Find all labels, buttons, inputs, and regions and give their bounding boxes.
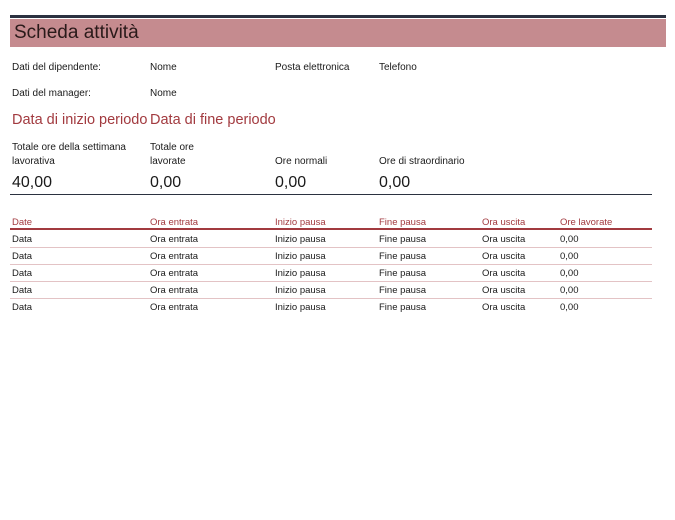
employee-label: Dati del dipendente: [12,62,101,73]
time-out-cell[interactable]: Ora uscita [482,251,525,262]
date-cell[interactable]: Data [12,285,32,296]
table-row: Data Ora entrata Inizio pausa Fine pausa… [10,299,652,316]
table-row: Data Ora entrata Inizio pausa Fine pausa… [10,231,652,248]
table-header-divider [10,228,652,230]
regular-hours-label: Ore normali [275,156,328,167]
time-out-cell[interactable]: Ora uscita [482,285,525,296]
break-start-cell[interactable]: Inizio pausa [275,285,326,296]
employee-phone-field[interactable]: Telefono [379,61,417,75]
column-header-break-start[interactable]: Inizio pausa [275,217,326,228]
time-out-cell[interactable]: Ora uscita [482,268,525,279]
time-out-cell[interactable]: Ora uscita [482,234,525,245]
break-start-cell[interactable]: Inizio pausa [275,268,326,279]
date-cell[interactable]: Data [12,268,32,279]
week-hours-value[interactable]: 40,00 [12,174,52,192]
summary-divider [10,194,652,195]
employee-email-field[interactable]: Posta elettronica [275,61,350,75]
top-rule [10,15,666,18]
break-end-cell[interactable]: Fine pausa [379,251,426,262]
break-end-cell[interactable]: Fine pausa [379,268,426,279]
time-in-cell[interactable]: Ora entrata [150,234,198,245]
date-cell[interactable]: Data [12,234,32,245]
column-header-time-out[interactable]: Ora uscita [482,217,525,228]
break-end-cell[interactable]: Fine pausa [379,285,426,296]
period-end-field[interactable]: Data di fine periodo [150,112,276,128]
time-in-cell[interactable]: Ora entrata [150,251,198,262]
week-hours-label: Totale ore della settimana lavorativa [12,142,126,167]
hours-worked-cell: 0,00 [560,285,579,296]
hours-worked-cell: 0,00 [560,302,579,313]
table-row: Data Ora entrata Inizio pausa Fine pausa… [10,282,652,299]
table-row: Data Ora entrata Inizio pausa Fine pausa… [10,265,652,282]
manager-label: Dati del manager: [12,88,91,99]
hours-worked-cell: 0,00 [560,251,579,262]
date-cell[interactable]: Data [12,302,32,313]
period-start-field[interactable]: Data di inizio periodo [12,112,147,128]
manager-name-field[interactable]: Nome [150,87,177,101]
employee-name-field[interactable]: Nome [150,61,177,75]
overtime-hours-label: Ore di straordinario [379,156,465,167]
hours-worked-cell: 0,00 [560,268,579,279]
hours-worked-cell: 0,00 [560,234,579,245]
time-in-cell[interactable]: Ora entrata [150,285,198,296]
page-title[interactable]: Scheda attività [14,22,139,43]
break-end-cell[interactable]: Fine pausa [379,234,426,245]
date-cell[interactable]: Data [12,251,32,262]
regular-hours-value: 0,00 [275,174,307,191]
worked-hours-value: 0,00 [150,174,182,191]
column-header-time-in[interactable]: Ora entrata [150,217,198,228]
column-header-break-end[interactable]: Fine pausa [379,217,426,228]
break-start-cell[interactable]: Inizio pausa [275,251,326,262]
column-header-date[interactable]: Date [12,217,32,228]
break-start-cell[interactable]: Inizio pausa [275,302,326,313]
overtime-hours-value: 0,00 [379,174,411,191]
title-band: Scheda attività [10,19,666,47]
break-end-cell[interactable]: Fine pausa [379,302,426,313]
column-header-hours-worked[interactable]: Ore lavorate [560,217,612,228]
time-out-cell[interactable]: Ora uscita [482,302,525,313]
table-row: Data Ora entrata Inizio pausa Fine pausa… [10,248,652,265]
time-in-cell[interactable]: Ora entrata [150,268,198,279]
break-start-cell[interactable]: Inizio pausa [275,234,326,245]
worked-hours-label: Totale ore lavorate [150,142,194,167]
time-in-cell[interactable]: Ora entrata [150,302,198,313]
